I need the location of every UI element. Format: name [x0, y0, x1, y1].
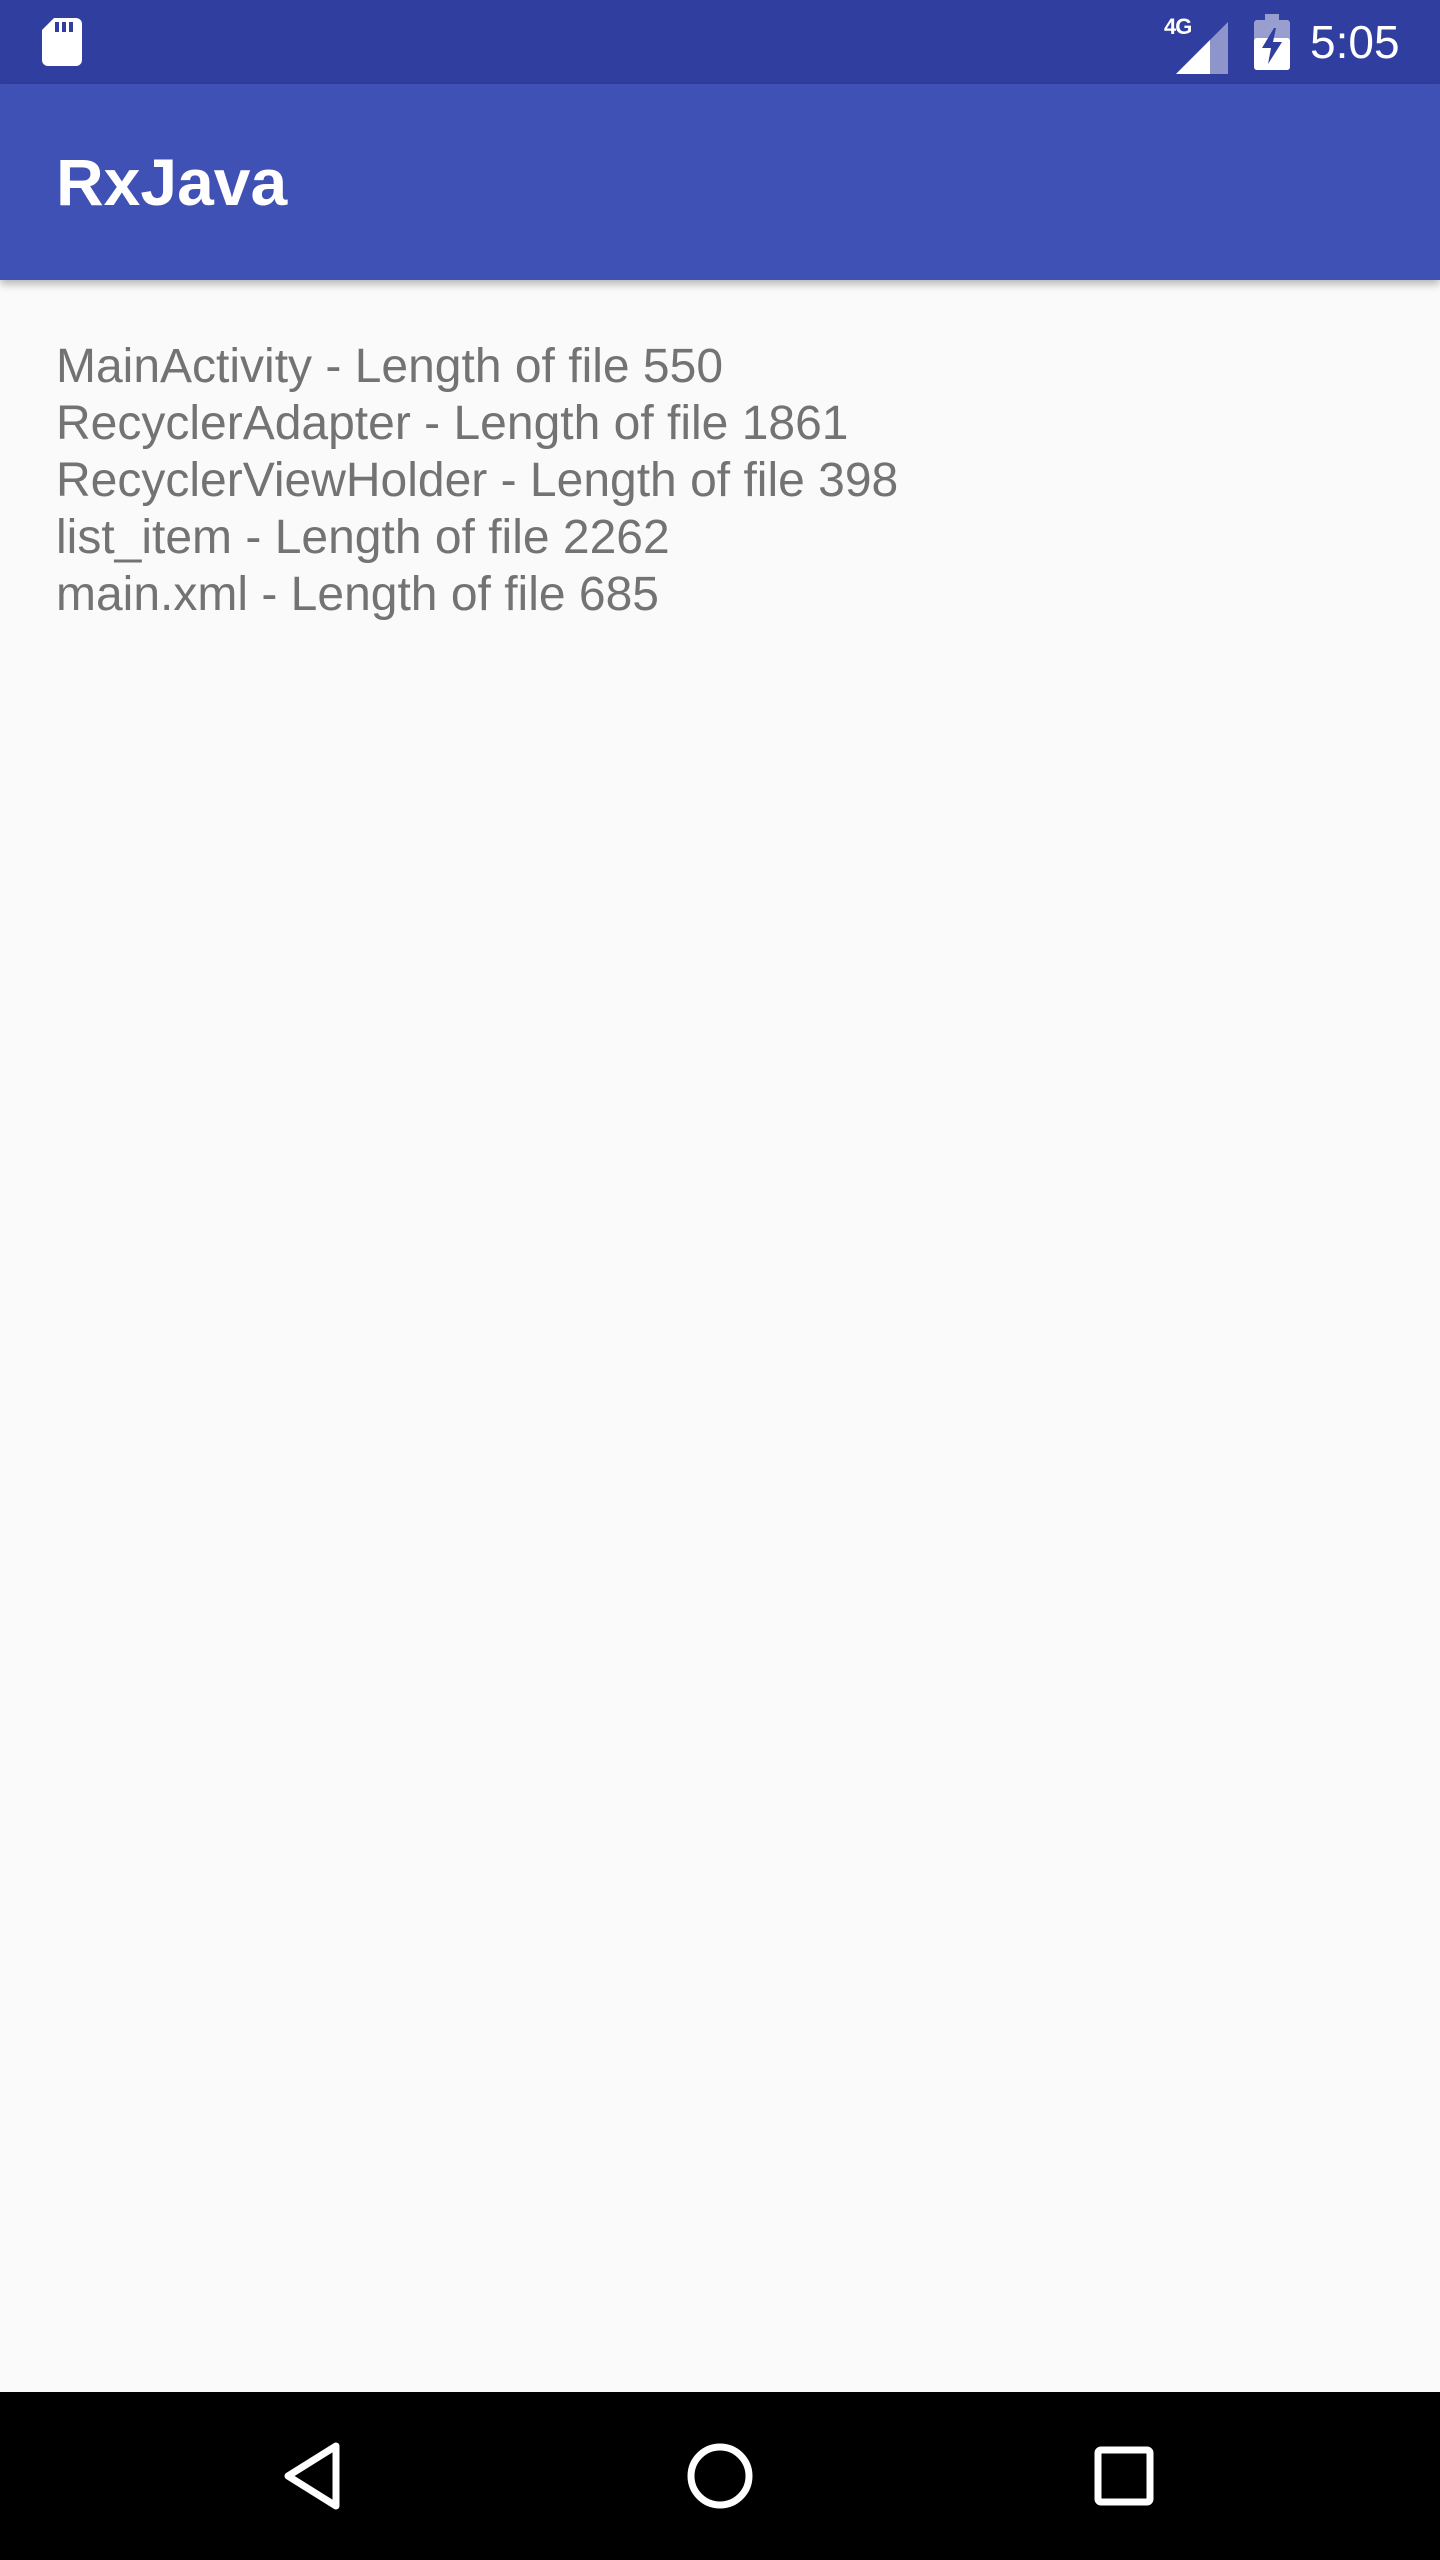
file-line-recycler-adapter: RecyclerAdapter - Length of file 1861 — [56, 397, 849, 450]
navigation-bar — [0, 2392, 1440, 2560]
app-bar: RxJava — [0, 84, 1440, 280]
file-line-recycler-view-holder: RecyclerViewHolder - Length of file 398 — [56, 454, 899, 507]
battery-charging-icon — [1254, 14, 1290, 70]
status-bar: 4G 5:05 — [0, 0, 1440, 84]
status-clock: 5:05 — [1310, 16, 1400, 68]
network-indicator: 4G — [1162, 14, 1230, 74]
recents-icon — [1094, 2446, 1154, 2506]
back-button[interactable] — [272, 2432, 360, 2520]
network-type-label: 4G — [1164, 14, 1192, 39]
sd-card-icon — [42, 18, 82, 66]
file-line-list-item: list_item - Length of file 2262 — [56, 511, 670, 564]
file-line-main-xml: main.xml - Length of file 685 — [56, 568, 659, 621]
file-list: MainActivity - Length of file 550 Recycl… — [56, 338, 1386, 623]
home-icon — [687, 2443, 753, 2509]
app-title: RxJava — [56, 145, 288, 219]
file-line-main-activity: MainActivity - Length of file 550 — [56, 340, 724, 393]
back-icon — [284, 2442, 340, 2510]
recents-button[interactable] — [1080, 2432, 1168, 2520]
home-button[interactable] — [676, 2432, 764, 2520]
